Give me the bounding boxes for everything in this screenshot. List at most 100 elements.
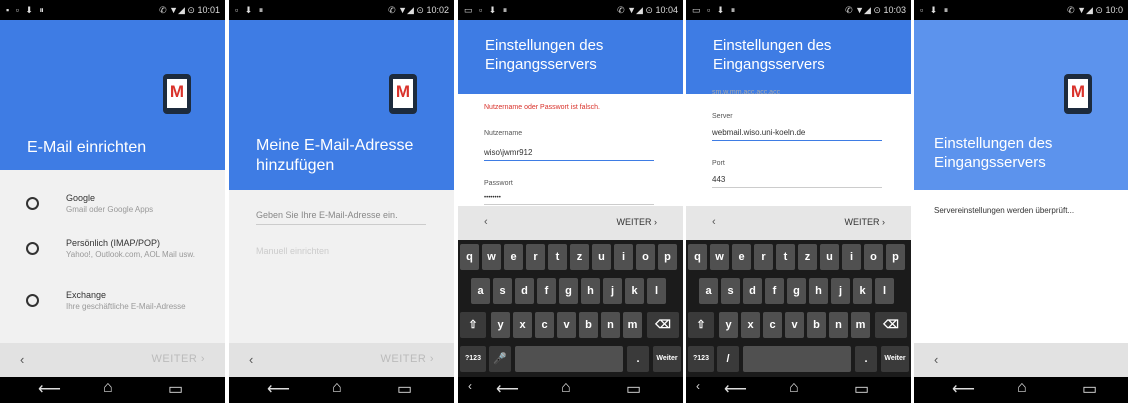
key[interactable]: u [820, 244, 839, 270]
key[interactable]: a [471, 278, 490, 304]
port-field[interactable]: 443 [712, 175, 882, 188]
key[interactable]: i [614, 244, 633, 270]
key[interactable]: i [842, 244, 861, 270]
next-button[interactable]: WEITER › [845, 217, 886, 227]
key[interactable]: j [603, 278, 622, 304]
key[interactable]: m [851, 312, 870, 338]
recent-apps-icon[interactable]: ▭ [626, 379, 641, 399]
back-button[interactable]: ‹ [249, 352, 253, 367]
space-key[interactable] [743, 346, 851, 372]
key[interactable]: b [579, 312, 598, 338]
recent-apps-icon[interactable]: ▭ [397, 379, 412, 399]
enter-key[interactable]: Weiter [881, 346, 909, 372]
key[interactable]: e [504, 244, 523, 270]
recent-apps-icon[interactable]: ▭ [854, 379, 869, 399]
shift-key[interactable]: ⇧ [460, 312, 486, 338]
key[interactable]: z [570, 244, 589, 270]
key[interactable]: w [482, 244, 501, 270]
next-button[interactable]: WEITER › [381, 353, 435, 365]
backspace-key[interactable]: ⌫ [875, 312, 907, 338]
key[interactable]: v [557, 312, 576, 338]
key[interactable]: p [886, 244, 905, 270]
back-button[interactable]: ‹ [712, 216, 716, 228]
key[interactable]: c [763, 312, 782, 338]
server-field[interactable]: webmail.wiso.uni-koeln.de [712, 128, 882, 141]
back-nav-icon[interactable]: ⟵ [724, 379, 747, 399]
back-nav-icon[interactable]: ⟵ [267, 379, 290, 399]
back-button[interactable]: ‹ [934, 352, 938, 367]
key[interactable]: q [688, 244, 707, 270]
key[interactable]: l [875, 278, 894, 304]
key[interactable]: s [493, 278, 512, 304]
period-key[interactable]: . [627, 346, 649, 372]
key[interactable]: j [831, 278, 850, 304]
back-chevron-icon[interactable]: ‹ [696, 379, 700, 393]
microphone-icon[interactable]: 🎤 [489, 346, 511, 372]
next-button[interactable]: WEITER › [617, 217, 658, 227]
key[interactable]: t [776, 244, 795, 270]
key[interactable]: x [513, 312, 532, 338]
key[interactable]: v [785, 312, 804, 338]
key[interactable]: u [592, 244, 611, 270]
back-chevron-icon[interactable]: ‹ [468, 379, 472, 393]
username-field[interactable]: wiso\jwmr912 [484, 148, 654, 161]
home-icon[interactable]: ⌂ [1017, 379, 1027, 397]
radio-icon[interactable] [26, 294, 39, 307]
radio-icon[interactable] [26, 242, 39, 255]
key[interactable]: r [526, 244, 545, 270]
symbols-key[interactable]: ?123 [460, 346, 486, 372]
key[interactable]: o [864, 244, 883, 270]
home-icon[interactable]: ⌂ [332, 379, 342, 397]
enter-key[interactable]: Weiter [653, 346, 681, 372]
manual-setup-link[interactable]: Manuell einrichten [256, 246, 329, 256]
symbols-key[interactable]: ?123 [688, 346, 714, 372]
key[interactable]: p [658, 244, 677, 270]
password-field[interactable]: •••••••• [484, 195, 654, 205]
next-button[interactable]: WEITER › [152, 353, 206, 365]
back-nav-icon[interactable]: ⟵ [38, 379, 61, 399]
back-nav-icon[interactable]: ⟵ [496, 379, 519, 399]
key[interactable]: n [829, 312, 848, 338]
key[interactable]: h [809, 278, 828, 304]
back-button[interactable]: ‹ [484, 216, 488, 228]
key[interactable]: f [537, 278, 556, 304]
key[interactable]: d [743, 278, 762, 304]
space-key[interactable] [515, 346, 623, 372]
key[interactable]: a [699, 278, 718, 304]
key[interactable]: n [601, 312, 620, 338]
shift-key[interactable]: ⇧ [688, 312, 714, 338]
recent-apps-icon[interactable]: ▭ [1082, 379, 1097, 399]
home-icon[interactable]: ⌂ [103, 379, 113, 397]
email-input[interactable]: Geben Sie Ihre E-Mail-Adresse ein. [256, 210, 426, 225]
key[interactable]: y [491, 312, 510, 338]
backspace-key[interactable]: ⌫ [647, 312, 679, 338]
key[interactable]: k [625, 278, 644, 304]
back-nav-icon[interactable]: ⟵ [952, 379, 975, 399]
key[interactable]: k [853, 278, 872, 304]
period-key[interactable]: . [855, 346, 877, 372]
back-button[interactable]: ‹ [20, 352, 24, 367]
key[interactable]: h [581, 278, 600, 304]
key[interactable]: s [721, 278, 740, 304]
key[interactable]: t [548, 244, 567, 270]
key[interactable]: r [754, 244, 773, 270]
key[interactable]: q [460, 244, 479, 270]
key[interactable]: c [535, 312, 554, 338]
key[interactable]: z [798, 244, 817, 270]
radio-icon[interactable] [26, 197, 39, 210]
home-icon[interactable]: ⌂ [789, 379, 799, 397]
key[interactable]: o [636, 244, 655, 270]
home-icon[interactable]: ⌂ [561, 379, 571, 397]
key[interactable]: m [623, 312, 642, 338]
key[interactable]: b [807, 312, 826, 338]
key[interactable]: g [559, 278, 578, 304]
recent-apps-icon[interactable]: ▭ [168, 379, 183, 399]
key[interactable]: f [765, 278, 784, 304]
key[interactable]: x [741, 312, 760, 338]
key[interactable]: g [787, 278, 806, 304]
key[interactable]: e [732, 244, 751, 270]
key[interactable]: l [647, 278, 666, 304]
key[interactable]: d [515, 278, 534, 304]
slash-key[interactable]: / [717, 346, 739, 372]
key[interactable]: w [710, 244, 729, 270]
